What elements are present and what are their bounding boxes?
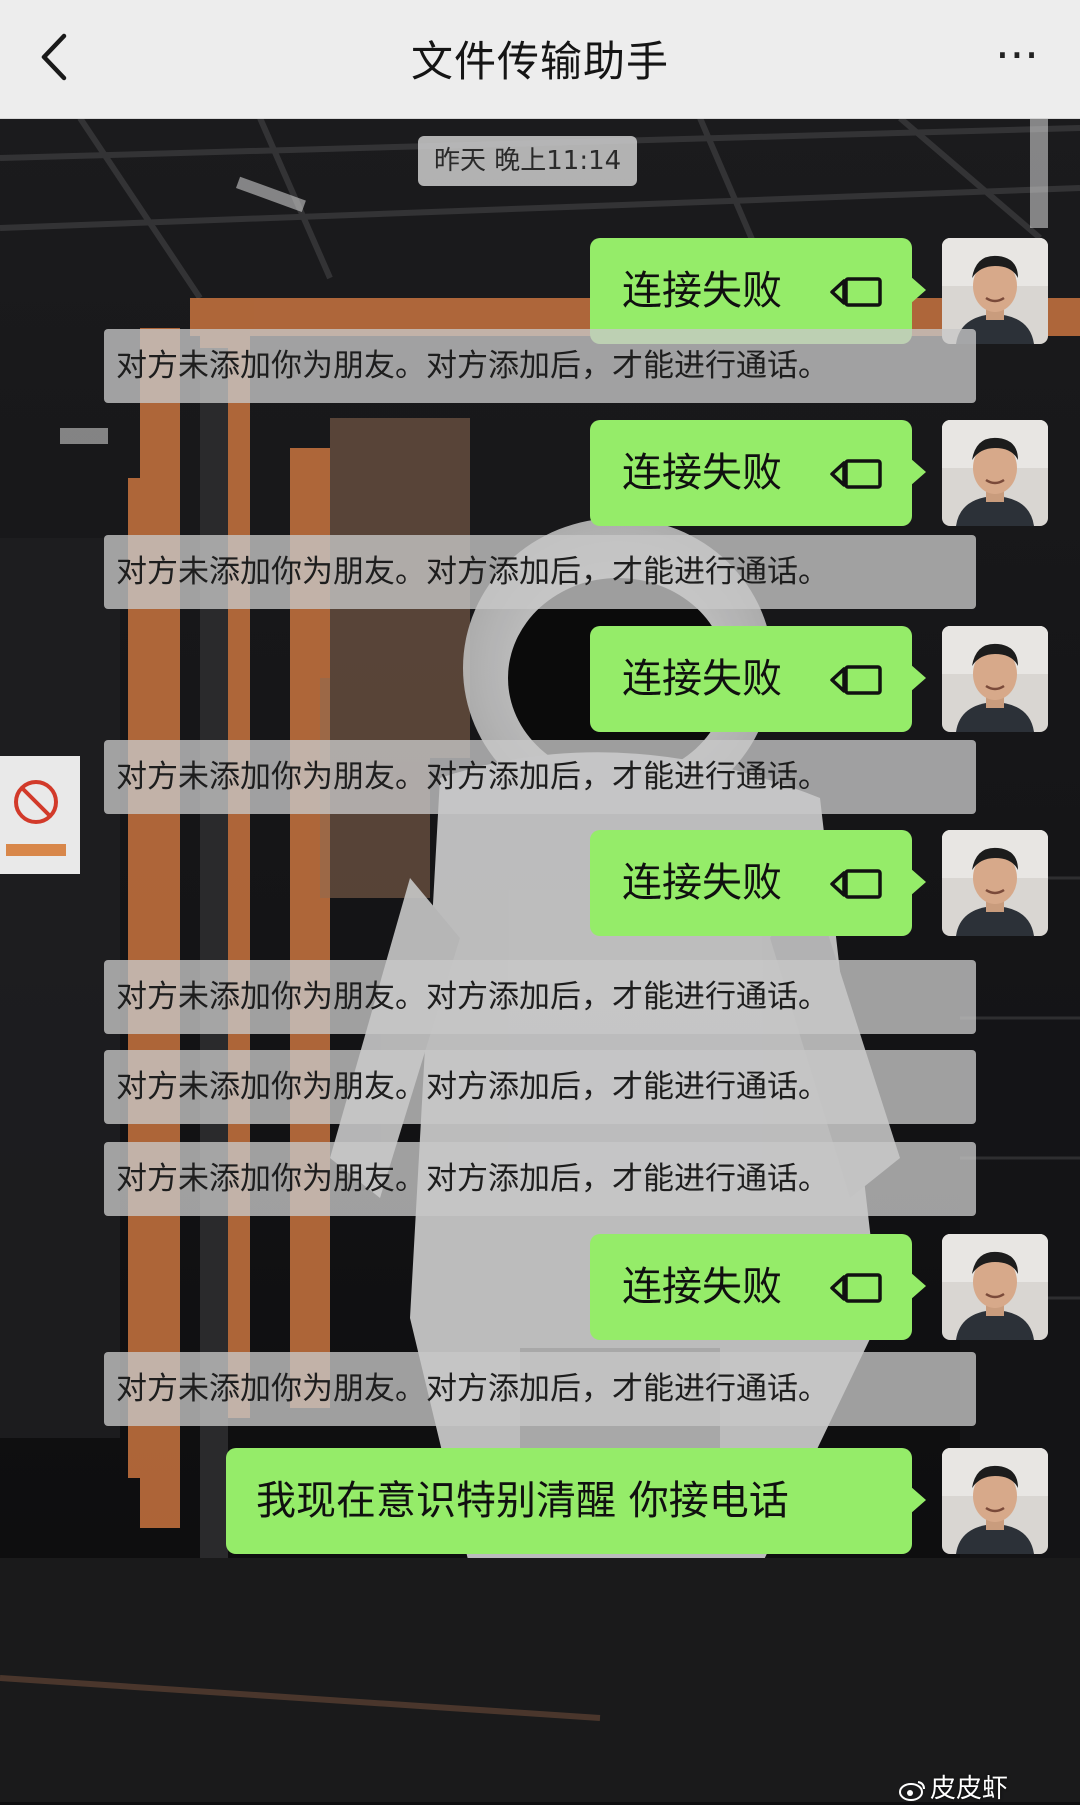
avatar[interactable] xyxy=(942,1448,1048,1554)
video-call-icon xyxy=(830,869,882,899)
page-title: 文件传输助手 xyxy=(410,37,669,86)
video-call-icon xyxy=(830,459,882,489)
system-notice: 对方未添加你为朋友。对方添加后，才能进行通话。 xyxy=(104,740,976,814)
call-failed-text: 连接失败 xyxy=(622,1264,782,1310)
system-notice: 对方未添加你为朋友。对方添加后，才能进行通话。 xyxy=(104,1142,976,1216)
avatar-image xyxy=(942,626,1048,732)
message-timestamp: 昨天 晚上11:14 xyxy=(418,136,638,186)
avatar[interactable] xyxy=(942,1234,1048,1340)
avatar[interactable] xyxy=(942,420,1048,526)
more-options-button[interactable]: ··· xyxy=(982,30,1052,80)
call-failed-bubble[interactable]: 连接失败 xyxy=(590,1234,926,1340)
avatar-image xyxy=(942,830,1048,936)
video-call-icon xyxy=(830,1273,882,1303)
video-call-icon xyxy=(830,665,882,695)
video-call-icon xyxy=(830,277,882,307)
call-failed-bubble[interactable]: 连接失败 xyxy=(590,830,926,936)
call-failed-text: 连接失败 xyxy=(622,656,782,702)
text-message-bubble[interactable]: 我现在意识特别清醒 你接电话 xyxy=(226,1448,926,1554)
avatar[interactable] xyxy=(942,626,1048,732)
chat-message-list[interactable]: 昨天 晚上11:14 连接失败 对方未添加你为朋友。对方添加后，才能进行通话。 xyxy=(0,118,1080,1802)
system-notice: 对方未添加你为朋友。对方添加后，才能进行通话。 xyxy=(104,1050,976,1124)
avatar-image xyxy=(942,1234,1048,1340)
system-notice: 对方未添加你为朋友。对方添加后，才能进行通话。 xyxy=(104,329,976,403)
system-notice: 对方未添加你为朋友。对方添加后，才能进行通话。 xyxy=(104,1352,976,1426)
call-failed-text: 连接失败 xyxy=(622,860,782,906)
watermark: 皮皮虾 xyxy=(898,1768,1008,1805)
call-failed-text: 连接失败 xyxy=(622,450,782,496)
call-failed-bubble[interactable]: 连接失败 xyxy=(590,420,926,526)
watermark-text: 皮皮虾 xyxy=(930,1774,1009,1804)
avatar[interactable] xyxy=(942,830,1048,936)
weibo-logo-icon xyxy=(899,1780,925,1801)
avatar-image xyxy=(942,1448,1048,1554)
system-notice: 对方未添加你为朋友。对方添加后，才能进行通话。 xyxy=(104,535,976,609)
avatar-image xyxy=(942,420,1048,526)
nav-bar: 文件传输助手 ··· xyxy=(0,0,1080,119)
system-notice: 对方未添加你为朋友。对方添加后，才能进行通话。 xyxy=(104,960,976,1034)
call-failed-bubble[interactable]: 连接失败 xyxy=(590,626,926,732)
